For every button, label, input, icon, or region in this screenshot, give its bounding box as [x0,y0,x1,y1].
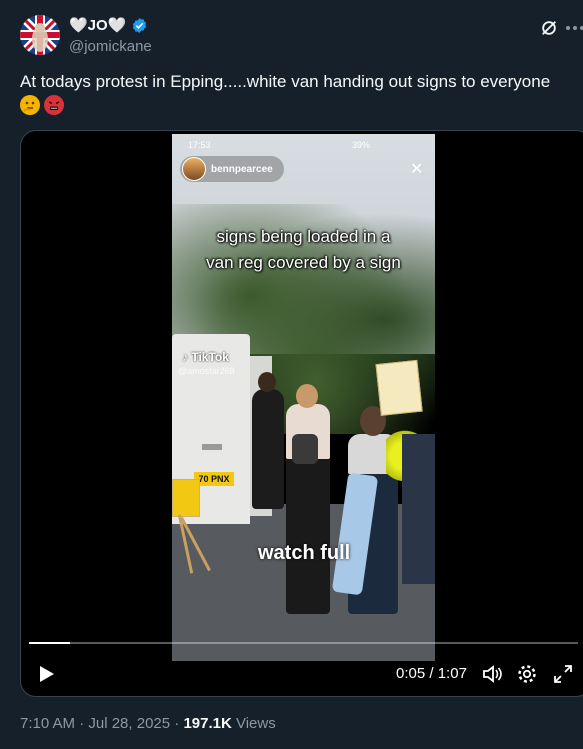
verified-badge-icon [133,17,147,33]
number-plate: 70 PNX [194,472,234,486]
video-caption: signs being loaded in a van reg covered … [172,224,435,276]
play-button[interactable] [35,663,57,685]
tiktok-watermark: ♪ TikTok [182,350,229,364]
close-icon: ✕ [410,161,424,178]
status-battery: 39% [352,140,371,150]
grok-icon [542,21,556,35]
person-1 [252,389,284,509]
more-options-button[interactable] [565,15,583,41]
person-1-head [258,372,276,392]
author-name-row[interactable]: 🤍JO🤍 [69,16,148,34]
video-frame[interactable]: 70 PNX 17:53 39% bennpearcee ✕ signs bei… [172,134,435,661]
thinking-face-emoji [20,95,40,115]
video-time: 0:05 / 1:07 [396,665,467,682]
tweet-meta: 7:10 AM · Jul 28, 2025 · 197.1K Views [20,715,276,732]
status-time: 17:53 [188,140,211,150]
right-sign [375,359,423,416]
volume-button[interactable] [481,663,503,685]
author-handle[interactable]: @jomickane [69,38,152,55]
tweet-timestamp[interactable]: 7:10 AM · Jul 28, 2025 · [20,715,183,732]
tweet-emojis [20,95,64,115]
author-avatar[interactable] [20,15,60,55]
duration: 1:07 [437,665,467,682]
tiktok-user-avatar [182,157,206,181]
tiktok-user-pill: bennpearcee [180,156,284,182]
person-4 [402,434,435,584]
person-2-head [296,384,318,408]
more-dots-icon [566,26,583,30]
left-sign [172,479,200,517]
grok-button[interactable] [536,15,562,41]
author-display-name[interactable]: 🤍JO🤍 [69,16,126,34]
angry-face-emoji [44,95,64,115]
gear-icon [518,665,536,683]
person-2-bag [292,434,318,464]
phone-status-bar: 17:53 39% [172,137,435,151]
progress-fill [29,642,71,644]
tweet-text: At todays protest in Epping.....white va… [20,72,551,91]
tiktok-username: bennpearcee [211,163,273,175]
views-label: Views [231,715,276,732]
van-badge [202,444,222,450]
fullscreen-icon [554,665,572,683]
volume-icon [483,665,502,683]
video-player[interactable]: 70 PNX 17:53 39% bennpearcee ✕ signs bei… [20,130,583,697]
current-time: 0:05 [396,665,426,682]
settings-button[interactable] [516,663,538,685]
caption-line-1: signs being loaded in a [216,227,391,246]
tiktok-watermark-text: TikTok [191,350,229,364]
progress-bar[interactable] [29,642,578,644]
time-separator: / [429,665,434,682]
fullscreen-button[interactable] [552,663,574,685]
caption-line-2: van reg covered by a sign [206,253,401,272]
union-jack-avatar-image [20,15,60,55]
tiktok-watermark-user: @amostar268 [178,366,235,376]
play-icon [40,666,54,682]
views-count: 197.1K [183,715,232,732]
watch-full-text: watch full [258,542,351,564]
